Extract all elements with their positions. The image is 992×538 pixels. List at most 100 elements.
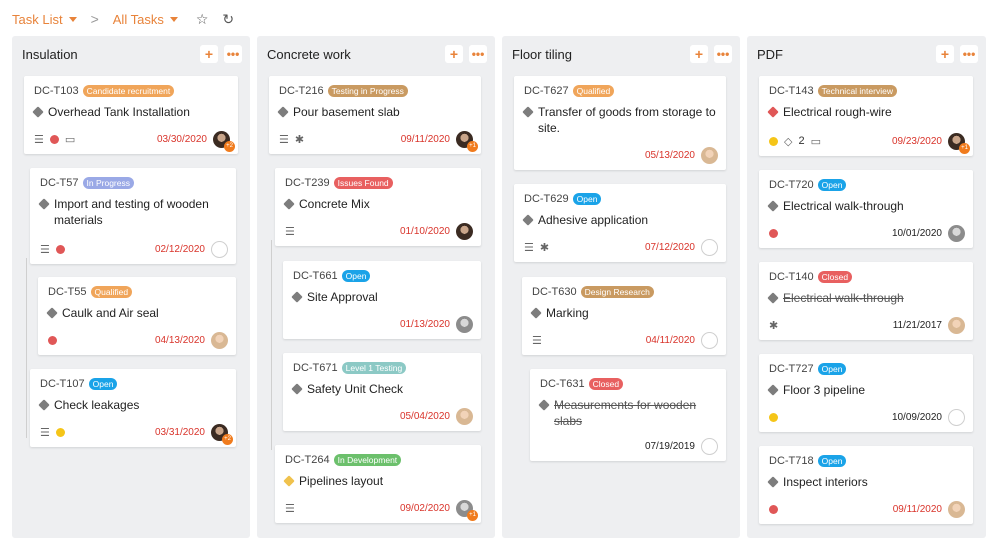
task-card[interactable]: DC-T671 Level 1 Testing Safety Unit Chec… (283, 353, 481, 431)
more-icon[interactable]: ••• (960, 45, 978, 63)
card-title-row: Overhead Tank Installation (32, 104, 228, 120)
more-icon[interactable]: ••• (714, 45, 732, 63)
avatar-count: +2 (224, 140, 235, 152)
avatar[interactable]: +1 (948, 132, 970, 154)
task-card[interactable]: DC-T629 Open Adhesive application ☰ ✱ 07… (514, 184, 726, 262)
due-date: 11/21/2017 (892, 319, 942, 331)
avatar[interactable] (211, 240, 228, 258)
task-title: Pour basement slab (293, 105, 400, 119)
all-tasks-dropdown[interactable]: All Tasks (113, 12, 178, 27)
avatar[interactable]: +1 (456, 130, 478, 152)
task-card[interactable]: DC-T727 Open Floor 3 pipeline 10/09/2020 (759, 354, 973, 432)
avatar[interactable] (948, 224, 965, 242)
status-badge: Open (341, 270, 371, 282)
task-card[interactable]: DC-T143 Technical interview Electrical r… (759, 76, 973, 156)
task-id: DC-T55 (48, 286, 87, 298)
add-icon[interactable]: + (200, 45, 218, 63)
avatar[interactable] (701, 437, 718, 455)
card-footer: ◇ 2 ▭ 09/23/2020 +1 (769, 132, 970, 154)
priority-icon (530, 307, 542, 319)
task-title: Marking (546, 306, 589, 320)
add-icon[interactable]: + (690, 45, 708, 63)
avatar[interactable] (456, 407, 473, 425)
task-card[interactable]: DC-T103 Candidate recruitment Overhead T… (24, 76, 238, 154)
avatar[interactable]: +1 (456, 499, 478, 521)
breadcrumb-separator: > (90, 11, 99, 27)
all-tasks-label: All Tasks (112, 11, 164, 27)
comment-icon[interactable]: ▭ (65, 133, 75, 146)
avatar[interactable] (211, 331, 228, 349)
due-date: 09/11/2020 (400, 133, 450, 145)
task-card[interactable]: DC-T216 Testing in Progress Pour basemen… (269, 76, 481, 154)
more-icon[interactable]: ••• (224, 45, 242, 63)
subtask-icon[interactable]: ☰ (285, 502, 295, 515)
avatar[interactable] (456, 315, 473, 333)
avatar[interactable] (701, 238, 718, 256)
status-badge: Technical interview (817, 85, 897, 97)
bug-icon: ✱ (294, 133, 305, 146)
status-badge: Issues Found (333, 177, 393, 189)
task-id: DC-T264 (285, 454, 330, 466)
task-card[interactable]: DC-T264 In Development Pipelines layout … (275, 445, 481, 523)
status-badge: Testing in Progress (327, 85, 408, 97)
card-icons: ☰ ✱ (279, 133, 401, 146)
status-badge: Level 1 Testing (341, 362, 407, 374)
task-card[interactable]: DC-T57 In Progress Import and testing of… (30, 168, 236, 264)
avatar[interactable] (948, 316, 965, 334)
card-title-row: Marking (530, 305, 716, 321)
status-badge: Candidate recruitment (82, 85, 175, 97)
card-icons (48, 335, 155, 345)
task-card[interactable]: DC-T718 Open Inspect interiors 09/11/202… (759, 446, 973, 524)
task-card[interactable]: DC-T630 Design Research Marking ☰ 04/11/… (522, 277, 726, 355)
refresh-icon[interactable]: ↻ (222, 11, 234, 28)
card-footer: 04/13/2020 (48, 331, 228, 349)
add-icon[interactable]: + (445, 45, 463, 63)
task-card[interactable]: DC-T661 Open Site Approval 01/13/2020 (283, 261, 481, 339)
card-footer: ☰ ✱ 07/12/2020 (524, 238, 718, 256)
card-icons: ☰ ✱ (524, 241, 645, 254)
more-icon[interactable]: ••• (469, 45, 487, 63)
due-date: 03/30/2020 (156, 133, 207, 145)
card-icons: ☰ (40, 243, 155, 256)
task-card[interactable]: DC-T627 Qualified Transfer of goods from… (514, 76, 726, 170)
card-icons: ☰ (285, 502, 400, 515)
task-id: DC-T727 (769, 363, 814, 375)
task-card[interactable]: DC-T631 Closed Measurements for wooden s… (530, 369, 726, 461)
add-icon[interactable]: + (936, 45, 954, 63)
star-icon[interactable]: ☆ (196, 11, 209, 28)
task-card[interactable]: DC-T720 Open Electrical walk-through 10/… (759, 170, 973, 248)
card-title-row: Electrical walk-through (767, 198, 963, 214)
task-title: Site Approval (307, 290, 378, 304)
subtask-icon[interactable]: ☰ (40, 243, 50, 256)
column-title: Insulation (22, 46, 78, 62)
due-date: 05/04/2020 (399, 410, 450, 422)
due-date: 07/12/2020 (644, 241, 695, 253)
avatar[interactable] (948, 408, 965, 426)
subtask-icon[interactable]: ☰ (524, 241, 534, 254)
subtask-icon[interactable]: ☰ (285, 225, 295, 238)
avatar[interactable] (701, 146, 718, 164)
due-date: 09/02/2020 (399, 502, 450, 514)
subtask-icon[interactable]: ☰ (34, 133, 44, 146)
due-date: 01/10/2020 (399, 225, 450, 237)
avatar[interactable] (701, 331, 718, 349)
subtask-icon[interactable]: ☰ (532, 334, 542, 347)
alert-icon (55, 244, 65, 254)
subtask-icon[interactable]: ☰ (40, 426, 50, 439)
subtask-icon[interactable]: ☰ (279, 133, 289, 146)
task-card[interactable]: DC-T107 Open Check leakages ☰ 03/31/2020… (30, 369, 236, 447)
card-title-row: Measurements for wooden slabs (538, 397, 716, 429)
avatar[interactable]: +2 (213, 130, 235, 152)
avatar[interactable] (456, 222, 473, 240)
task-card[interactable]: DC-T55 Qualified Caulk and Air seal 04/1… (38, 277, 236, 355)
column-header: PDF + ••• (757, 44, 978, 64)
avatar[interactable]: +2 (211, 423, 233, 445)
comment-icon[interactable]: ▭ (811, 135, 821, 148)
task-card[interactable]: DC-T239 Issues Found Concrete Mix ☰ 01/1… (275, 168, 481, 246)
avatar[interactable] (948, 500, 965, 518)
task-card[interactable]: DC-T140 Closed Electrical walk-through ✱… (759, 262, 973, 340)
task-list-dropdown[interactable]: Task List (12, 12, 77, 27)
status-badge: Qualified (572, 85, 615, 97)
status-badge: Open (817, 363, 847, 375)
card-title-row: Pipelines layout (283, 473, 471, 489)
